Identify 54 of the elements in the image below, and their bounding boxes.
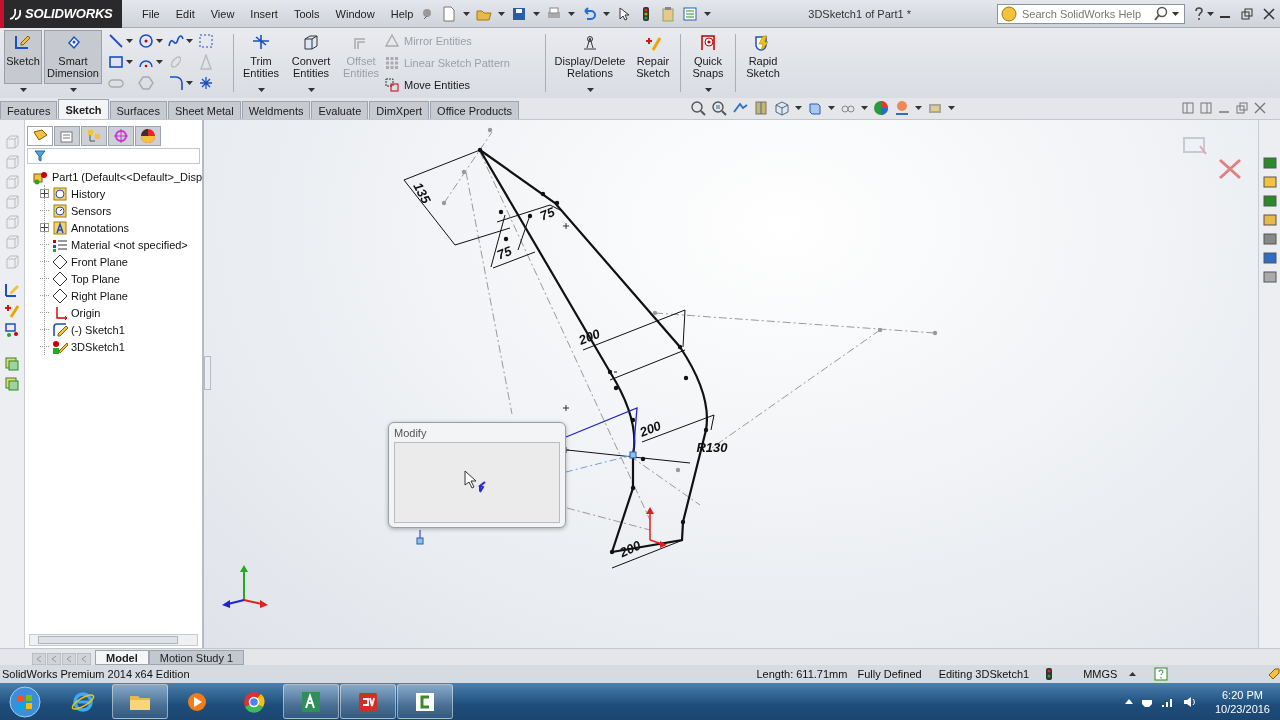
ribbon-button[interactable]: Quick Snaps	[686, 30, 730, 84]
menu-item[interactable]: View	[202, 7, 243, 20]
dimension-label[interactable]: 135	[410, 179, 434, 206]
menu-item[interactable]: Insert	[242, 7, 286, 20]
menu-item[interactable]: Tools	[285, 7, 328, 20]
ribbon-list-button[interactable]: Move Entities	[385, 78, 540, 92]
ribbon-button[interactable]: Repair Sketch	[631, 30, 675, 84]
status-text: Fully Defined	[857, 668, 922, 680]
window-title: 3DSketch1 of Part1 *	[808, 7, 911, 20]
command-tab[interactable]: DimXpert	[369, 101, 430, 119]
search-field[interactable]: Search SolidWorks Help	[1020, 6, 1150, 21]
model-tab[interactable]: Motion Study 1	[148, 650, 245, 665]
tree-item[interactable]: Annotations	[71, 221, 130, 234]
ribbon-button[interactable]: Trim Entities	[239, 30, 283, 84]
tree-item[interactable]: Material <not specified>	[71, 238, 188, 251]
dimension-label[interactable]: 200	[637, 417, 664, 440]
tree-item[interactable]: Part1 (Default<<Default>_Disp	[52, 170, 203, 183]
tree-item[interactable]: Origin	[71, 306, 101, 319]
menu-item[interactable]: Window	[327, 7, 383, 20]
menu-item[interactable]: File	[134, 7, 168, 20]
app-logo: SOLIDWORKS	[25, 6, 113, 21]
ribbon-button[interactable]: Sketch	[4, 30, 42, 84]
command-tab[interactable]: Sketch	[58, 99, 109, 119]
ribbon-button[interactable]: Rapid Sketch	[741, 30, 785, 84]
tree-item[interactable]: Right Plane	[71, 289, 128, 302]
ribbon-button[interactable]: Convert Entities	[285, 30, 337, 84]
dimension-label[interactable]: 75	[537, 204, 557, 224]
tree-item[interactable]: 3DSketch1	[71, 340, 125, 353]
tree-item[interactable]: Sensors	[71, 204, 112, 217]
clock-time[interactable]: 6:20 PM	[1222, 687, 1263, 702]
search-bar[interactable]: Search SolidWorks Help	[997, 3, 1185, 24]
tree-item[interactable]: History	[71, 187, 106, 200]
status-text: Length: 611.71mm	[756, 668, 848, 680]
dimension-label[interactable]: 75	[494, 243, 514, 263]
tree-item[interactable]: Top Plane	[71, 272, 120, 285]
ribbon-button[interactable]: Smart Dimension	[44, 30, 102, 84]
model-tab[interactable]: Model	[95, 650, 149, 665]
tree-item[interactable]: (-) Sketch1	[71, 323, 125, 336]
command-tab[interactable]: Surfaces	[109, 101, 167, 119]
dialog-title: Modify	[394, 427, 428, 439]
status-text: Editing 3DSketch1	[938, 668, 1030, 680]
menu-item[interactable]: Edit	[167, 7, 203, 20]
command-tab[interactable]: Office Products	[430, 101, 520, 119]
command-tab[interactable]: Weldments	[241, 101, 311, 119]
command-tab[interactable]: Features	[0, 101, 58, 119]
command-tab[interactable]: Sheet Metal	[167, 101, 241, 119]
dimension-label[interactable]: 200	[576, 325, 603, 348]
ribbon-button[interactable]: Display/Delete Relations	[551, 30, 629, 84]
status-text: SolidWorks Premium 2014 x64 Edition	[2, 668, 190, 680]
command-tab[interactable]: Evaluate	[311, 101, 369, 119]
clock-date[interactable]: 10/23/2016	[1214, 701, 1270, 716]
menu-item[interactable]: Help	[382, 7, 422, 20]
status-text[interactable]: MMGS	[1083, 668, 1118, 680]
tree-item[interactable]: Front Plane	[71, 255, 128, 268]
